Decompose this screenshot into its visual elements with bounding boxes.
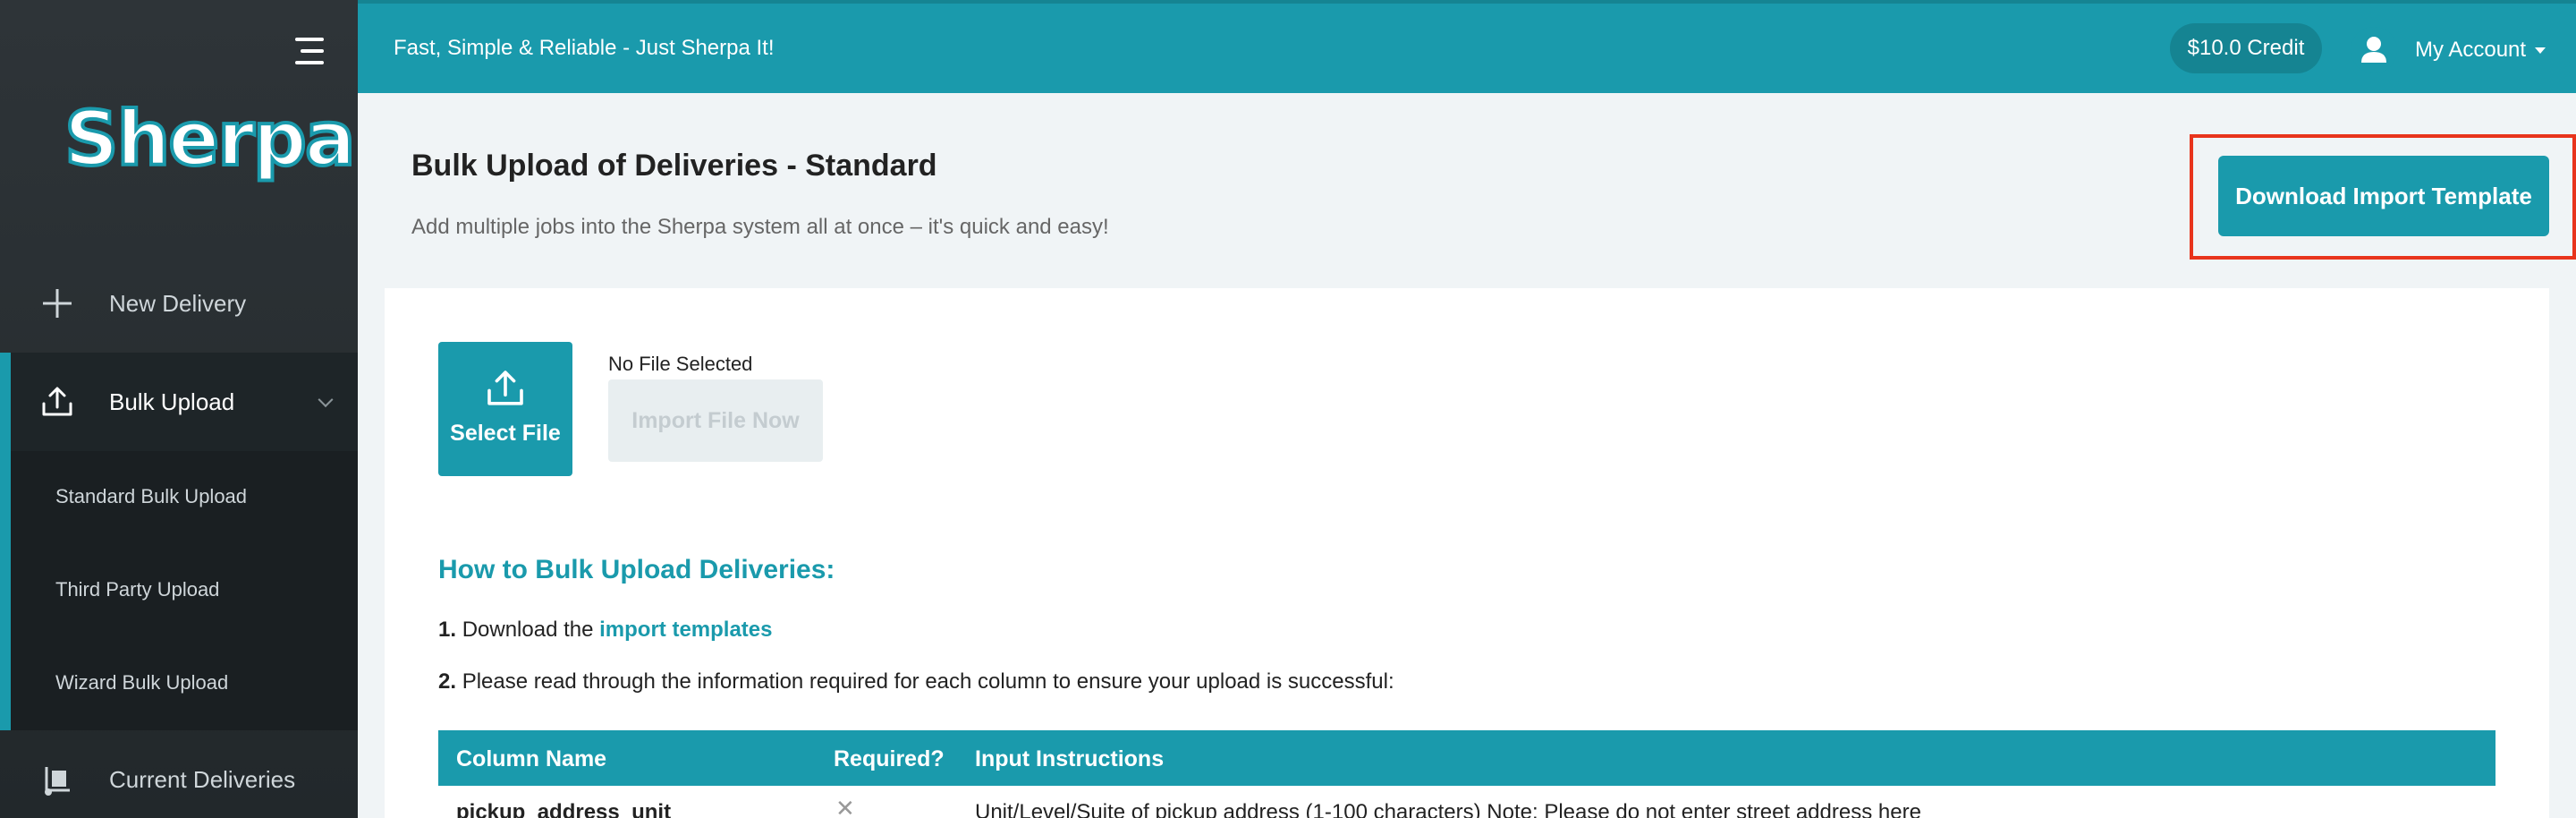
chevron-down-icon [318,392,334,408]
tagline: Fast, Simple & Reliable - Just Sherpa It… [394,36,775,60]
top-bar: Fast, Simple & Reliable - Just Sherpa It… [358,0,2576,93]
sidebar-item-bulk-upload[interactable]: Bulk Upload [0,353,358,451]
sidebar-item-label: Current Deliveries [109,765,296,793]
sidebar-subitem-wizard-bulk-upload[interactable]: Wizard Bulk Upload [55,671,228,694]
sidebar: Sherpa New Delivery Bulk Upload Standard… [0,0,358,818]
column-header-instructions: Input Instructions [975,746,1165,771]
import-file-now-button[interactable]: Import File Now [608,379,823,462]
logo[interactable]: Sherpa [63,89,358,188]
column-header-required: Required? [834,746,945,771]
step-number: 1. [438,618,457,642]
page-title: Bulk Upload of Deliveries - Standard [411,149,937,183]
user-avatar-icon [2351,27,2397,73]
plus-icon [43,289,72,318]
download-import-template-button[interactable]: Download Import Template [2218,156,2549,236]
upload-icon [42,387,72,416]
file-status: No File Selected [608,353,753,375]
step-2: 2. Please read through the information r… [438,669,1394,694]
column-header-name: Column Name [456,746,607,771]
table-header: Column Name Required? Input Instructions [438,730,2496,786]
my-account-dropdown[interactable]: My Account [2351,27,2546,73]
not-required-icon: ✕ [835,795,855,818]
step-1: 1. Download the import templates [438,618,773,643]
sidebar-item-label: Bulk Upload [109,388,235,415]
step-number: 2. [438,669,457,694]
logo-text: Sherpa [63,93,358,184]
sidebar-subitem-standard-bulk-upload[interactable]: Standard Bulk Upload [55,485,247,508]
account-label: My Account [2415,38,2527,62]
import-templates-link[interactable]: import templates [599,618,772,642]
select-file-button[interactable]: Select File [438,342,572,476]
cell-column-name: pickup_address_unit [456,800,672,818]
bulk-upload-submenu: Standard Bulk Upload Third Party Upload … [0,451,358,730]
sidebar-item-current-deliveries[interactable]: Current Deliveries [0,730,358,818]
how-to-heading: How to Bulk Upload Deliveries: [438,555,835,584]
table-row: pickup_address_unit ✕ Unit/Level/Suite o… [438,786,2496,818]
step-text: Download the [462,618,594,642]
caret-down-icon [2535,47,2546,54]
cell-instructions: Unit/Level/Suite of pickup address (1-10… [975,800,1921,818]
select-file-label: Select File [450,421,561,446]
upload-icon [487,371,523,405]
hamburger-menu-icon[interactable] [288,38,324,66]
column-info-table: Column Name Required? Input Instructions… [438,730,2496,818]
page-subtitle: Add multiple jobs into the Sherpa system… [411,215,1109,239]
step-text: Please read through the information requ… [462,669,1394,694]
upload-card: Select File No File Selected Import File… [385,288,2549,818]
sidebar-subitem-third-party-upload[interactable]: Third Party Upload [55,578,219,601]
credit-badge[interactable]: $10.0 Credit [2170,23,2322,73]
sidebar-item-label: New Delivery [109,289,247,317]
sidebar-item-new-delivery[interactable]: New Delivery [0,254,358,353]
dolly-icon [45,767,70,796]
